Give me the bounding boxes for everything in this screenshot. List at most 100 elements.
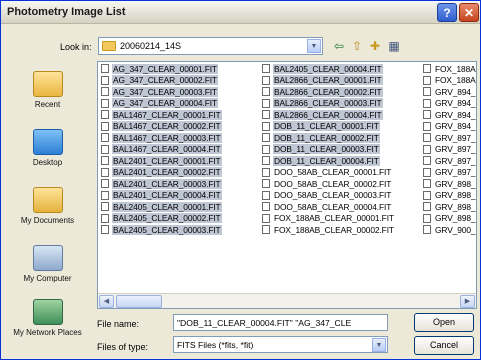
file-item[interactable]: BAL2401_CLEAR_00003.FIT	[101, 178, 259, 190]
file-item[interactable]: BAL2401_CLEAR_00004.FIT	[101, 190, 259, 202]
file-name-input[interactable]: "DOB_11_CLEAR_00004.FIT" "AG_347_CLE	[173, 314, 388, 331]
file-item[interactable]: BAL2405_CLEAR_00002.FIT	[101, 213, 259, 225]
file-name: BAL1467_CLEAR_00004.FIT	[112, 144, 222, 155]
file-item[interactable]: BAL2866_CLEAR_00001.FIT	[262, 75, 420, 87]
file-item[interactable]: FOX_188AB_CLEAR_00002.FIT	[262, 224, 420, 236]
file-item[interactable]: GRV_894_C	[423, 121, 476, 133]
file-item[interactable]: DOO_58AB_CLEAR_00001.FIT	[262, 167, 420, 179]
file-item[interactable]: BAL1467_CLEAR_00001.FIT	[101, 109, 259, 121]
file-name: GRV_897_C	[435, 155, 477, 166]
file-item[interactable]: FOX_188AB_CLEAR_00001.FIT	[262, 213, 420, 225]
file-item[interactable]: BAL2866_CLEAR_00003.FIT	[262, 98, 420, 110]
place-recent[interactable]: Recent	[6, 71, 89, 109]
file-name: FOX_188AB_CLEAR_00001.FIT	[274, 213, 394, 224]
file-item[interactable]: BAL1467_CLEAR_00003.FIT	[101, 132, 259, 144]
cancel-button[interactable]: Cancel	[414, 336, 474, 355]
file-item[interactable]: GRV_894_C	[423, 98, 476, 110]
file-item[interactable]: BAL2405_CLEAR_00003.FIT	[101, 224, 259, 236]
back-arrow-icon[interactable]: ⇦	[330, 38, 348, 54]
fits-file-icon	[262, 110, 270, 120]
scroll-thumb[interactable]	[116, 295, 162, 308]
file-item[interactable]: GRV_897_C	[423, 132, 476, 144]
fits-file-icon	[101, 121, 109, 131]
place-desktop[interactable]: Desktop	[6, 129, 89, 167]
file-item[interactable]: BAL2405_CLEAR_00001.FIT	[101, 201, 259, 213]
fits-file-icon	[423, 225, 431, 235]
fits-file-icon	[262, 156, 270, 166]
title-bar[interactable]: Photometry Image List ? ✕	[1, 1, 480, 24]
open-button[interactable]: Open	[414, 313, 474, 332]
file-item[interactable]: AG_347_CLEAR_00003.FIT	[101, 86, 259, 98]
file-item[interactable]: AG_347_CLEAR_00004.FIT	[101, 98, 259, 110]
file-item[interactable]: GRV_898_C	[423, 190, 476, 202]
up-folder-icon[interactable]: ⇧	[348, 38, 366, 54]
new-folder-icon[interactable]: ✚	[366, 38, 384, 54]
file-column: FOX_188AE FOX_188AE GRV_894_C GRV_894_C GRV_…	[420, 63, 477, 293]
file-item[interactable]: GRV_894_C	[423, 86, 476, 98]
fits-file-icon	[423, 121, 431, 131]
file-name: BAL2401_CLEAR_00004.FIT	[112, 190, 222, 201]
file-item[interactable]: BAL1467_CLEAR_00002.FIT	[101, 121, 259, 133]
file-item[interactable]: GRV_894_C	[423, 109, 476, 121]
file-name: BAL2405_CLEAR_00003.FIT	[112, 224, 222, 235]
fits-file-icon	[101, 64, 109, 74]
file-item[interactable]: AG_347_CLEAR_00001.FIT	[101, 63, 259, 75]
file-item[interactable]: DOB_11_CLEAR_00002.FIT	[262, 132, 420, 144]
help-button[interactable]: ?	[437, 3, 457, 22]
chevron-down-icon[interactable]: ▼	[307, 39, 321, 53]
fits-file-icon	[101, 225, 109, 235]
file-item[interactable]: BAL2401_CLEAR_00002.FIT	[101, 167, 259, 179]
file-item[interactable]: DOO_58AB_CLEAR_00004.FIT	[262, 201, 420, 213]
file-item[interactable]: DOO_58AB_CLEAR_00002.FIT	[262, 178, 420, 190]
fits-file-icon	[423, 179, 431, 189]
file-item[interactable]: GRV_898_C	[423, 178, 476, 190]
file-item[interactable]: AG_347_CLEAR_00002.FIT	[101, 75, 259, 87]
place-my-documents[interactable]: My Documents	[6, 187, 89, 225]
close-button[interactable]: ✕	[459, 3, 479, 22]
file-item[interactable]: GRV_897_C	[423, 167, 476, 179]
file-item[interactable]: GRV_898_C	[423, 213, 477, 225]
place-label: Desktop	[32, 158, 63, 167]
file-item[interactable]: GRV_897_C	[423, 144, 477, 156]
file-name: GRV_898_C	[435, 213, 477, 224]
horizontal-scrollbar[interactable]: ◀ ▶	[98, 293, 476, 308]
file-item[interactable]: BAL1467_CLEAR_00004.FIT	[101, 144, 259, 156]
file-item[interactable]: GRV_898_C	[423, 201, 477, 213]
scroll-left-icon[interactable]: ◀	[99, 295, 114, 308]
file-item[interactable]: DOB_11_CLEAR_00004.FIT	[262, 155, 420, 167]
file-dialog-window: Photometry Image List ? ✕ Look in: 20060…	[0, 0, 481, 360]
file-item[interactable]: DOO_58AB_CLEAR_00003.FIT	[262, 190, 420, 202]
place-my-computer[interactable]: My Computer	[6, 245, 89, 283]
place-label: Recent	[34, 100, 61, 109]
place-network[interactable]: My Network Places	[6, 299, 89, 337]
view-menu-icon[interactable]: ▦	[385, 38, 403, 54]
look-in-dropdown[interactable]: 20060214_14S ▼	[98, 37, 323, 55]
file-name: BAL2401_CLEAR_00003.FIT	[112, 178, 222, 189]
scroll-right-icon[interactable]: ▶	[460, 295, 475, 308]
file-item[interactable]: DOB_11_CLEAR_00003.FIT	[262, 144, 420, 156]
file-name-label: File name:	[97, 319, 140, 329]
file-name: GRV_897_C	[435, 144, 477, 155]
file-columns: AG_347_CLEAR_00001.FIT AG_347_CLEAR_00002…	[98, 63, 477, 293]
file-item[interactable]: GRV_900_C	[423, 224, 476, 236]
file-name: DOB_11_CLEAR_00001.FIT	[273, 121, 380, 132]
fits-file-icon	[423, 156, 431, 166]
file-item[interactable]: GRV_897_C	[423, 155, 477, 167]
file-item[interactable]: BAL2866_CLEAR_00004.FIT	[262, 109, 420, 121]
file-item[interactable]: BAL2866_CLEAR_00002.FIT	[262, 86, 420, 98]
file-name: FOX_188AE	[435, 75, 477, 86]
fits-file-icon	[423, 75, 431, 85]
file-name: DOO_58AB_CLEAR_00003.FIT	[274, 190, 392, 201]
file-item[interactable]: BAL2401_CLEAR_00001.FIT	[101, 155, 259, 167]
file-name: AG_347_CLEAR_00003.FIT	[112, 86, 218, 97]
file-item[interactable]: FOX_188AE	[423, 75, 477, 87]
chevron-down-icon[interactable]: ▼	[372, 338, 386, 352]
file-name: AG_347_CLEAR_00001.FIT	[112, 63, 218, 74]
file-type-dropdown[interactable]: FITS Files (*fits, *fit) ▼	[173, 336, 388, 353]
file-list[interactable]: AG_347_CLEAR_00001.FIT AG_347_CLEAR_00002…	[97, 61, 477, 309]
fits-file-icon	[423, 202, 431, 212]
file-name: GRV_898_C	[435, 201, 477, 212]
file-item[interactable]: DOB_11_CLEAR_00001.FIT	[262, 121, 420, 133]
file-item[interactable]: FOX_188AE	[423, 63, 476, 75]
file-item[interactable]: BAL2405_CLEAR_00004.FIT	[262, 63, 420, 75]
